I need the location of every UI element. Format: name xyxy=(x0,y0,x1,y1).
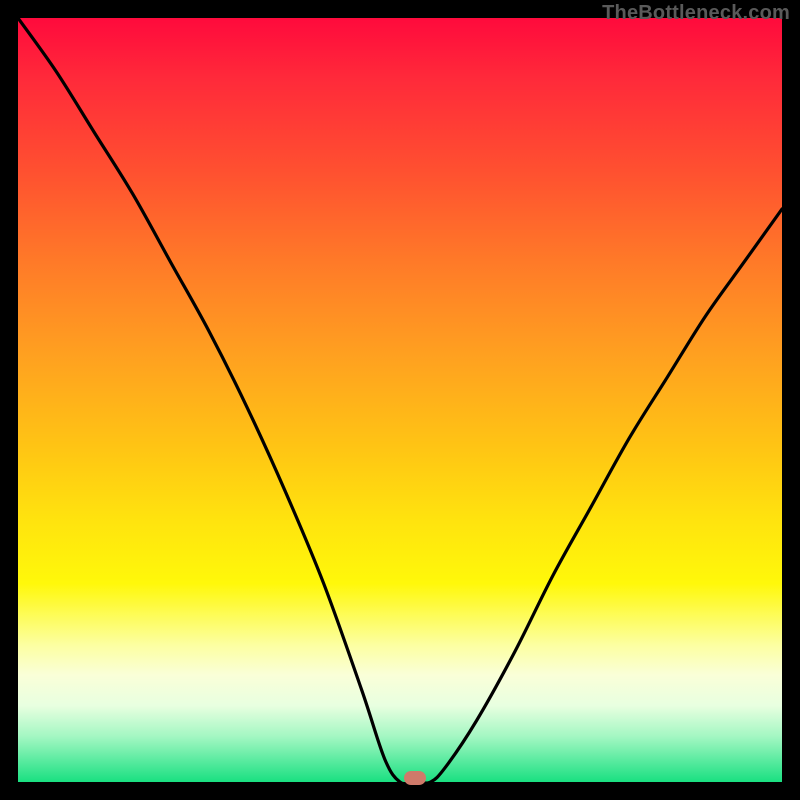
bottleneck-curve xyxy=(18,18,782,782)
plot-area xyxy=(18,18,782,782)
optimal-marker xyxy=(404,771,426,785)
watermark-text: TheBottleneck.com xyxy=(602,2,790,25)
chart-frame: TheBottleneck.com xyxy=(0,0,800,800)
